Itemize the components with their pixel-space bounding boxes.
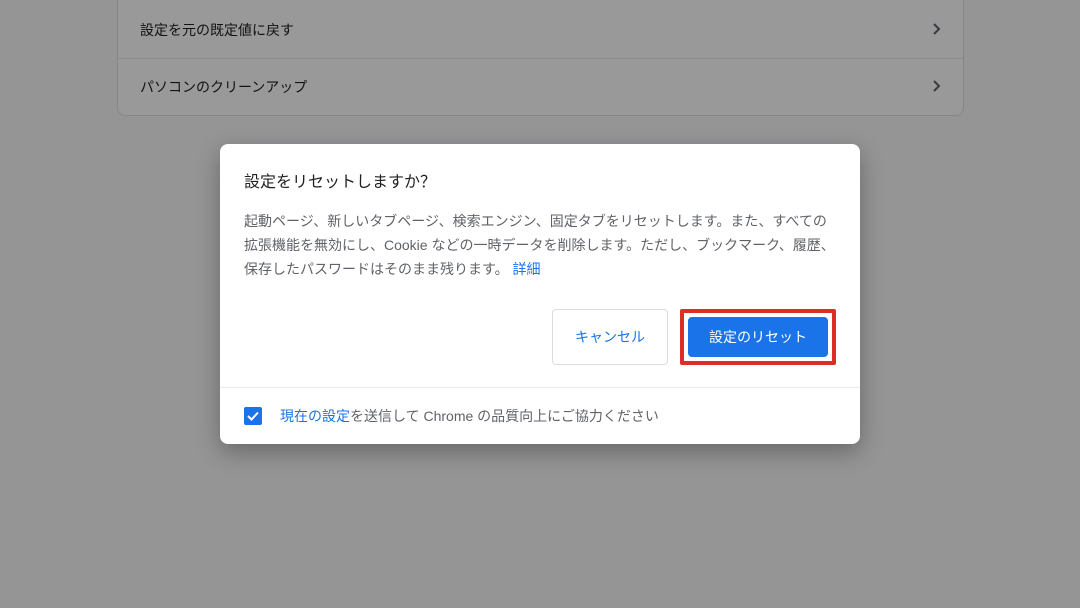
- current-settings-link[interactable]: 現在の設定: [280, 408, 350, 424]
- dialog-body: 設定をリセットしますか？ 起動ページ、新しいタブページ、検索エンジン、固定タブを…: [220, 144, 860, 387]
- dialog-footer: 現在の設定を送信して Chrome の品質向上にご協力ください: [220, 387, 860, 444]
- send-settings-checkbox[interactable]: [244, 407, 262, 425]
- cancel-button[interactable]: キャンセル: [552, 309, 668, 365]
- dialog-actions: キャンセル 設定のリセット: [244, 309, 836, 365]
- details-link[interactable]: 詳細: [513, 261, 541, 277]
- confirm-highlight: 設定のリセット: [680, 309, 836, 365]
- dialog-description: 起動ページ、新しいタブページ、検索エンジン、固定タブをリセットします。また、すべ…: [244, 210, 836, 281]
- footer-rest-text: を送信して Chrome の品質向上にご協力ください: [350, 408, 659, 424]
- checkmark-icon: [246, 409, 260, 423]
- modal-overlay: 設定をリセットしますか？ 起動ページ、新しいタブページ、検索エンジン、固定タブを…: [0, 0, 1080, 608]
- reset-settings-dialog: 設定をリセットしますか？ 起動ページ、新しいタブページ、検索エンジン、固定タブを…: [220, 144, 860, 444]
- reset-settings-button[interactable]: 設定のリセット: [688, 317, 828, 357]
- footer-text: 現在の設定を送信して Chrome の品質向上にご協力ください: [280, 406, 659, 426]
- dialog-title: 設定をリセットしますか？: [244, 168, 836, 192]
